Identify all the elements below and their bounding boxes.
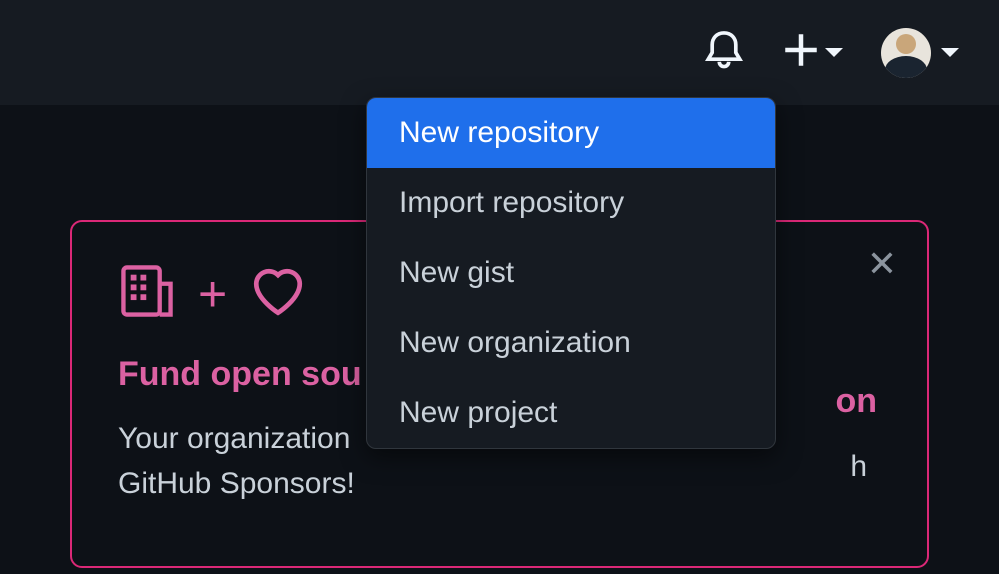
menu-item-new-gist[interactable]: New gist [367,238,775,308]
promo-body-line1: Your organization [118,422,350,455]
heart-icon [249,262,307,325]
promo-body-right-fragment: h [850,450,867,484]
menu-item-import-repository[interactable]: Import repository [367,168,775,238]
user-menu-button[interactable] [881,28,959,78]
caret-down-icon [941,48,959,57]
notifications-button[interactable] [703,29,745,76]
create-new-menu-button[interactable] [783,32,843,73]
close-icon[interactable]: ✕ [867,246,897,282]
menu-item-new-project[interactable]: New project [367,378,775,448]
create-new-dropdown: New repository Import repository New gis… [366,97,776,449]
plus-glyph: + [198,265,227,323]
caret-down-icon [825,48,843,57]
global-header [0,0,999,105]
avatar [881,28,931,78]
promo-title-right-fragment: on [835,382,877,421]
promo-body-line2: GitHub Sponsors! [118,467,355,500]
menu-item-new-organization[interactable]: New organization [367,308,775,378]
plus-icon [783,32,819,73]
menu-item-new-repository[interactable]: New repository [367,98,775,168]
bell-icon [703,29,745,76]
organization-icon [118,262,176,325]
